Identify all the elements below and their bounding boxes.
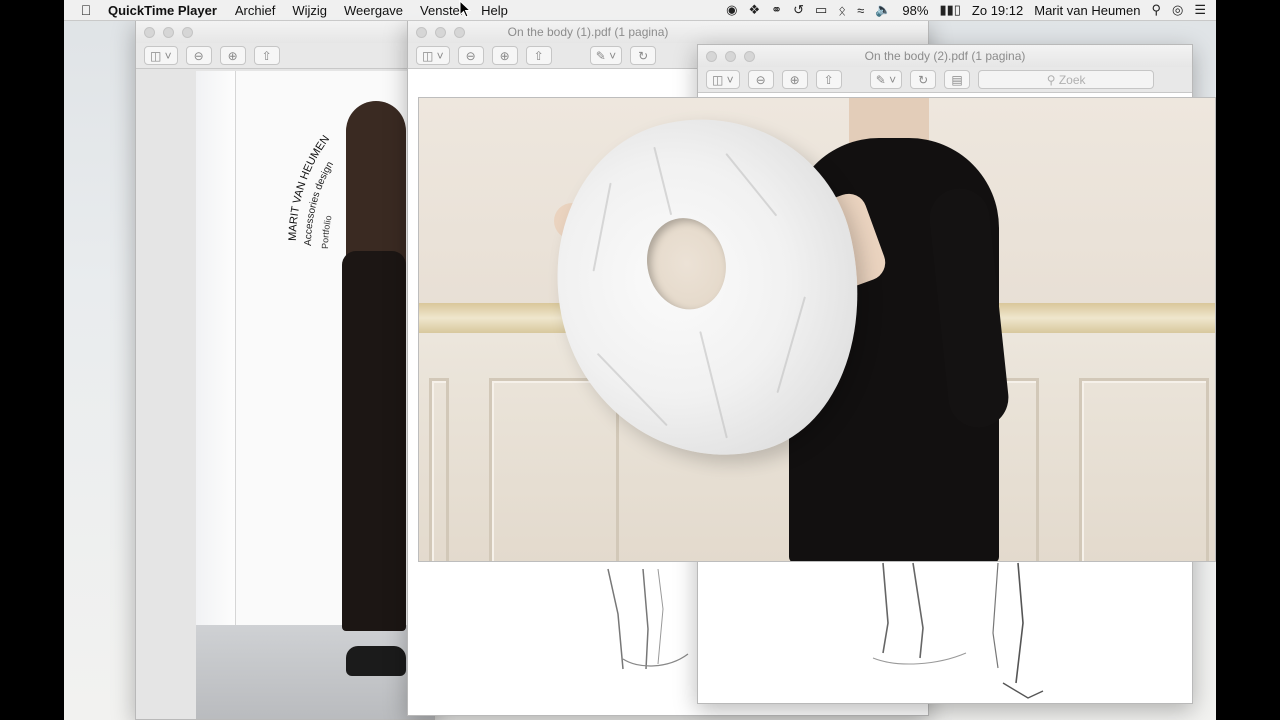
window-toolbar: ◫ ˅ ⊖ ⊕ ⇧ ✎ ˅ ↻ ▤ ⚲ Zoek	[698, 67, 1192, 93]
cushion-seam	[776, 296, 806, 394]
status-area: ◉ ❖ ⚭ ↺ ▭ ᛟ ≈ 🔈 98% ▮▮▯ Zo 19:12 Marit v…	[726, 2, 1216, 18]
search-placeholder: Zoek	[1058, 72, 1086, 87]
video-panel	[489, 378, 619, 561]
dropbox-icon[interactable]: ❖	[749, 2, 761, 18]
apple-menu-icon[interactable]: 	[64, 2, 108, 18]
cushion-seam	[725, 152, 778, 217]
battery-icon[interactable]: ▮▮▯	[939, 2, 960, 18]
menu-venster[interactable]: Venster	[420, 3, 464, 18]
mouse-pointer-icon	[459, 0, 472, 18]
zoom-in-button[interactable]: ⊕	[219, 46, 246, 65]
video-panel	[429, 378, 449, 561]
model-dress	[342, 251, 406, 631]
window-title: On the body (2).pdf (1 pagina)	[864, 49, 1026, 63]
zoom-out-button[interactable]: ⊖	[457, 46, 484, 65]
cushion-hole	[637, 209, 736, 318]
zoom-in-button[interactable]: ⊕	[491, 46, 518, 65]
search-input[interactable]: ⚲ Zoek	[978, 70, 1155, 89]
share-button[interactable]: ⇧	[253, 46, 280, 65]
record-icon[interactable]: ◉	[726, 2, 737, 18]
app-menu[interactable]: QuickTime Player	[108, 3, 217, 18]
zoom-out-button[interactable]: ⊖	[185, 46, 212, 65]
zoom-out-button[interactable]: ⊖	[747, 70, 774, 89]
menu-archief[interactable]: Archief	[235, 3, 275, 18]
zoom-in-button[interactable]: ⊕	[781, 70, 808, 89]
wifi-icon[interactable]: ≈	[857, 3, 864, 18]
preview-window-portfolio: 4 ◫ ˅ ⊖ ⊕ ⇧	[135, 20, 435, 720]
airplay-icon[interactable]: ▭	[815, 2, 827, 18]
video-panel	[1079, 378, 1209, 561]
video-player[interactable]	[418, 97, 1216, 562]
share-button[interactable]: ⇧	[525, 46, 552, 65]
rotate-button[interactable]: ↻	[630, 46, 657, 65]
notification-center-icon[interactable]: ☰	[1194, 2, 1206, 18]
menu-wijzig[interactable]: Wijzig	[292, 3, 327, 18]
clock[interactable]: Zo 19:12	[972, 3, 1023, 18]
user-name[interactable]: Marit van Heumen	[1034, 3, 1140, 18]
svg-text:Portfolio: Portfolio	[320, 214, 334, 249]
markup-button[interactable]: ✎ ˅	[869, 70, 903, 89]
window-titlebar[interactable]: On the body (1).pdf (1 pagina)	[408, 21, 928, 43]
sidebar-toggle-button[interactable]: ◫ ˅	[706, 70, 740, 89]
share-button[interactable]: ⇧	[815, 70, 842, 89]
toolbox-button[interactable]: ▤	[944, 70, 971, 89]
menu-help[interactable]: Help	[481, 3, 508, 18]
volume-icon[interactable]: 🔈	[875, 2, 891, 18]
creative-cloud-icon[interactable]: ⚭	[771, 2, 782, 18]
bluetooth-icon[interactable]: ᛟ	[838, 3, 846, 18]
door-image	[196, 71, 236, 631]
model-shoe	[346, 646, 406, 676]
time-machine-icon[interactable]: ↺	[793, 2, 804, 18]
page-area: MARIT VAN HEUMEN Accessories design Port…	[136, 69, 434, 719]
battery-percentage: 98%	[902, 2, 929, 18]
pillarbox-right	[1216, 0, 1280, 720]
markup-button[interactable]: ✎ ˅	[589, 46, 623, 65]
window-titlebar[interactable]: 4	[136, 21, 434, 43]
window-title: 4	[136, 25, 434, 39]
portfolio-page: MARIT VAN HEUMEN Accessories design Port…	[196, 71, 434, 719]
portfolio-label: Portfolio	[320, 214, 334, 249]
cushion-seam	[592, 182, 612, 272]
menu-bar:  QuickTime Player Archief Wijzig Weerga…	[64, 0, 1216, 21]
pillarbox-left	[0, 0, 64, 720]
desktop:  QuickTime Player Archief Wijzig Weerga…	[64, 0, 1216, 720]
window-title: On the body (1).pdf (1 pagina)	[507, 25, 669, 39]
sidebar-toggle-button[interactable]: ◫ ˅	[144, 46, 178, 65]
menu-weergave[interactable]: Weergave	[344, 3, 403, 18]
cushion-seam	[653, 146, 673, 216]
sidebar-toggle-button[interactable]: ◫ ˅	[416, 46, 450, 65]
window-toolbar: ◫ ˅ ⊖ ⊕ ⇧	[136, 43, 434, 69]
spotlight-search-icon[interactable]: ⚲	[1151, 2, 1161, 18]
siri-icon[interactable]: ◎	[1172, 2, 1183, 18]
search-icon: ⚲	[1046, 72, 1059, 87]
rotate-button[interactable]: ↻	[910, 70, 937, 89]
cushion-seam	[699, 331, 728, 439]
window-titlebar[interactable]: On the body (2).pdf (1 pagina)	[698, 45, 1192, 67]
